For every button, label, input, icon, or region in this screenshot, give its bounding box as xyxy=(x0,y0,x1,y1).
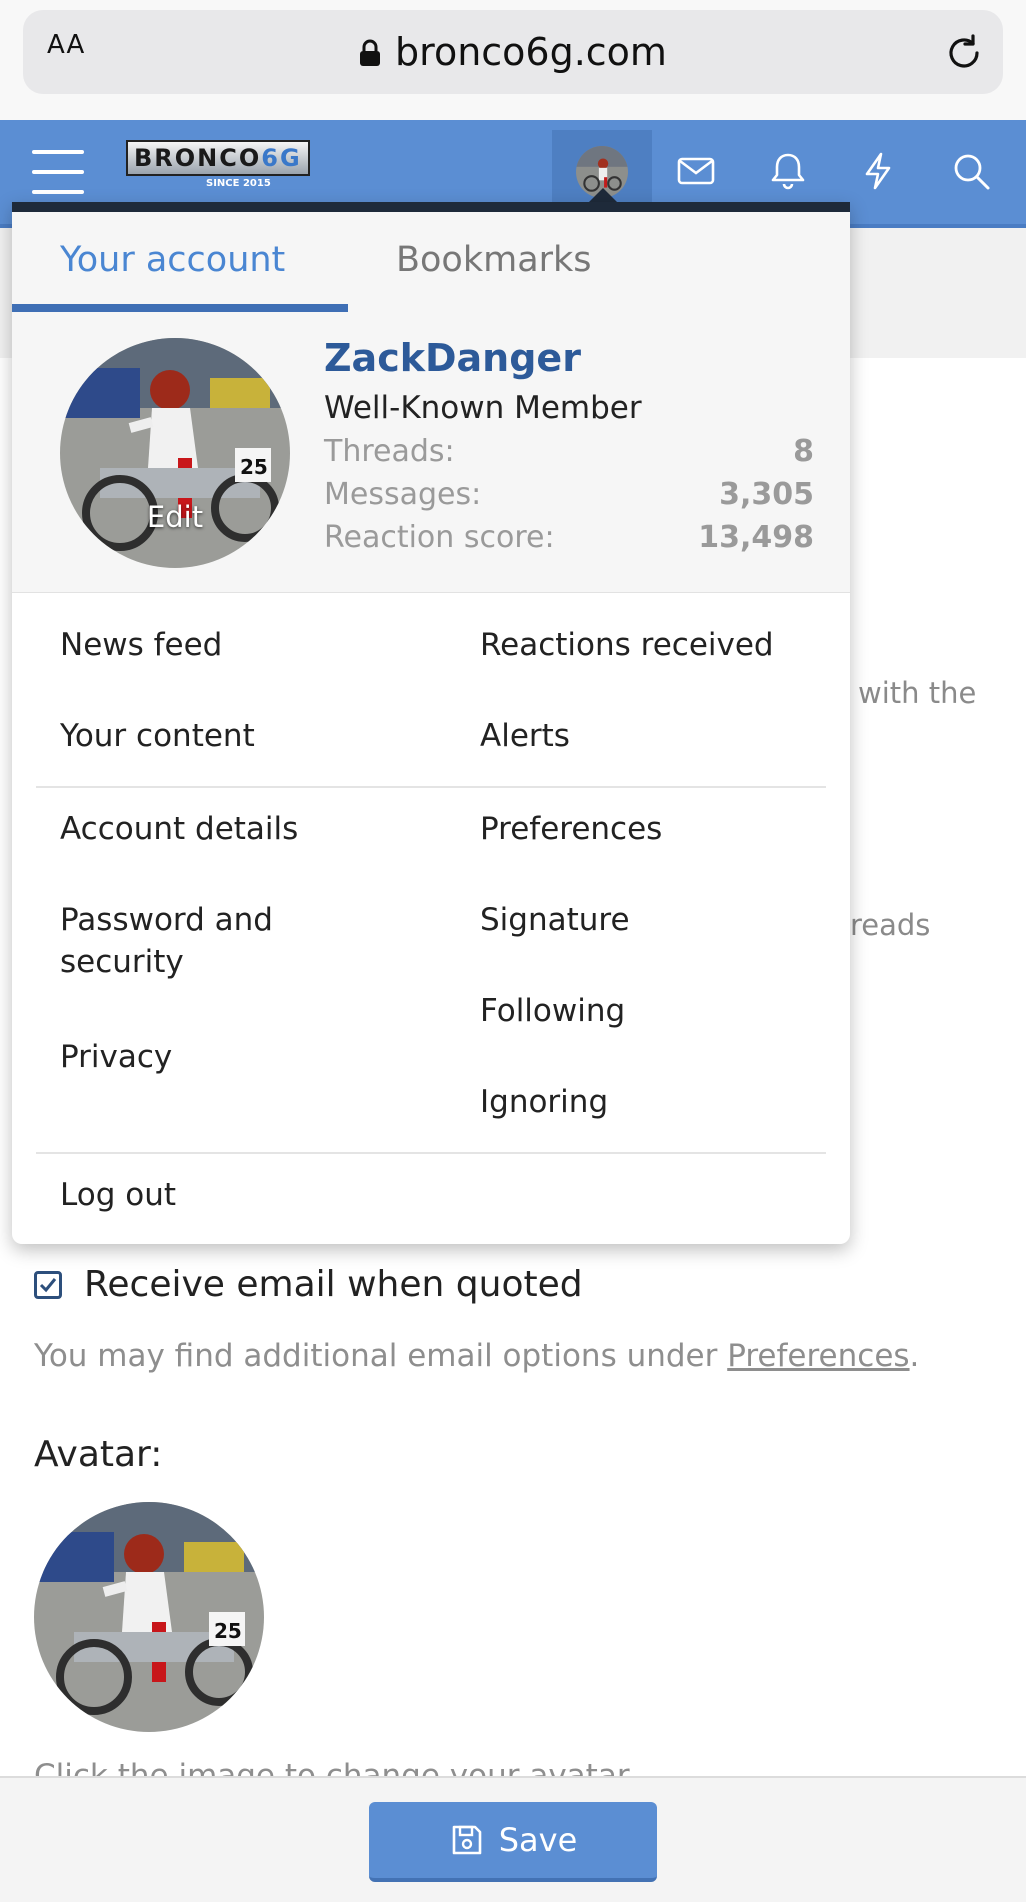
tab-bookmarks[interactable]: Bookmarks xyxy=(396,240,592,280)
avatar-edit-label[interactable]: Edit xyxy=(60,500,290,534)
avatar-section-label: Avatar: xyxy=(34,1434,163,1475)
checkmark-icon xyxy=(39,1277,57,1292)
menu-link-password-security[interactable]: Password and security xyxy=(60,899,273,983)
menu-divider xyxy=(36,786,826,788)
menu-link-signature[interactable]: Signature xyxy=(480,899,630,941)
stat-messages: Messages: 3,305 xyxy=(324,477,814,512)
mail-icon[interactable] xyxy=(675,150,717,192)
account-menu: Your account Bookmarks 25 Edit ZackDange… xyxy=(12,202,850,1244)
url-display[interactable]: bronco6g.com xyxy=(23,30,1003,74)
hamburger-menu-icon[interactable] xyxy=(32,150,84,194)
bell-icon[interactable] xyxy=(767,150,809,192)
menu-divider xyxy=(36,1152,826,1154)
email-options-hint: You may find additional email options un… xyxy=(34,1338,920,1374)
user-title: Well-Known Member xyxy=(324,390,642,426)
menu-link-news-feed[interactable]: News feed xyxy=(60,624,222,666)
menu-link-ignoring[interactable]: Ignoring xyxy=(480,1081,608,1123)
menu-link-preferences[interactable]: Preferences xyxy=(480,808,662,850)
logo-wordmark: BRONCO6G xyxy=(126,140,310,176)
menu-caret xyxy=(589,188,617,202)
obscured-text-fragment: with the xyxy=(858,676,977,710)
account-menu-tabs: Your account Bookmarks xyxy=(12,212,850,313)
logo-since: SINCE 2015 xyxy=(206,178,271,189)
save-icon xyxy=(452,1825,482,1855)
profile-summary: 25 Edit ZackDanger Well-Known Member Thr… xyxy=(12,312,850,593)
menu-link-reactions-received[interactable]: Reactions received xyxy=(480,624,774,666)
menu-link-alerts[interactable]: Alerts xyxy=(480,715,570,757)
stat-reaction-score: Reaction score: 13,498 xyxy=(324,520,814,555)
menu-link-privacy[interactable]: Privacy xyxy=(60,1036,172,1078)
save-button-label: Save xyxy=(498,1821,578,1859)
menu-link-your-content[interactable]: Your content xyxy=(60,715,255,757)
active-tab-indicator xyxy=(12,304,348,312)
menu-link-following[interactable]: Following xyxy=(480,990,625,1032)
svg-text:25: 25 xyxy=(240,455,268,479)
address-bar[interactable]: AA bronco6g.com xyxy=(23,10,1003,94)
svg-text:25: 25 xyxy=(214,1619,242,1643)
email-quoted-label: Receive email when quoted xyxy=(84,1264,583,1305)
email-quoted-option[interactable]: Receive email when quoted xyxy=(34,1264,583,1305)
preferences-link[interactable]: Preferences xyxy=(727,1338,909,1374)
menu-link-account-details[interactable]: Account details xyxy=(60,808,298,850)
menu-link-log-out[interactable]: Log out xyxy=(60,1174,176,1216)
lock-icon xyxy=(360,39,381,66)
stat-threads: Threads: 8 xyxy=(324,434,814,469)
tab-your-account[interactable]: Your account xyxy=(60,240,285,280)
browser-chrome: AA bronco6g.com xyxy=(0,0,1026,120)
form-submit-bar: Save xyxy=(0,1776,1026,1902)
obscured-text-fragment: reads xyxy=(850,908,931,942)
url-text: bronco6g.com xyxy=(395,30,667,74)
avatar-image[interactable]: 25 xyxy=(34,1502,264,1732)
lightning-icon[interactable] xyxy=(857,150,899,192)
site-logo[interactable]: BRONCO6G SINCE 2015 xyxy=(126,140,356,210)
reload-icon[interactable] xyxy=(943,32,985,74)
search-icon[interactable] xyxy=(950,150,992,192)
username[interactable]: ZackDanger xyxy=(324,336,581,380)
save-button[interactable]: Save xyxy=(369,1802,657,1882)
email-quoted-checkbox[interactable] xyxy=(34,1270,62,1299)
profile-avatar[interactable]: 25 Edit xyxy=(60,338,290,568)
